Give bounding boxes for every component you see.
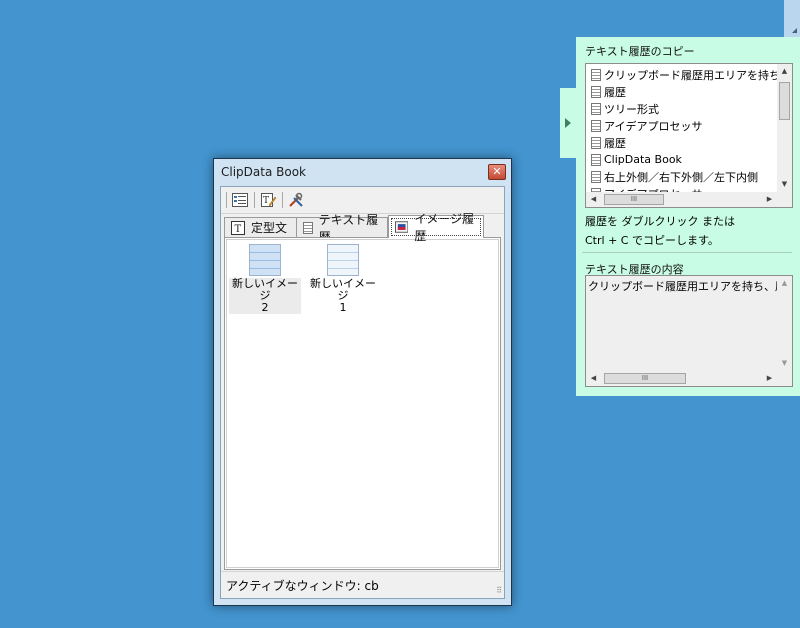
title-bar[interactable]: ClipData Book ✕	[214, 159, 511, 186]
clipdata-book-window: ClipData Book ✕ T T 定型文 テキスト履 イメージ履歴 新しい…	[213, 158, 512, 606]
list-item[interactable]: 右上外側／右下外側／左下内側	[591, 168, 758, 185]
status-bar: アクティブなウィンドウ: cb ⠿	[221, 571, 504, 598]
panel-collapse-tab[interactable]	[560, 88, 576, 158]
horizontal-scrollbar[interactable]: ◀ III ▶	[586, 371, 777, 386]
image-label: 新しいイメージ 2	[229, 278, 301, 314]
tab-label: 定型文	[251, 221, 288, 235]
list-item-label: クリップボード履歴用エリアを持ち、履	[604, 68, 793, 82]
arrow-right-icon	[565, 118, 571, 128]
document-icon	[591, 68, 601, 81]
status-text: アクティブなウィンドウ: cb	[226, 579, 379, 593]
tools-button[interactable]	[286, 191, 306, 209]
scroll-up-icon[interactable]: ▲	[777, 276, 792, 291]
document-icon	[303, 221, 313, 234]
edit-note-button[interactable]: T	[258, 191, 278, 209]
image-label: 新しいイメージ 1	[310, 277, 376, 314]
svg-text:T: T	[235, 224, 242, 235]
list-view-button[interactable]	[230, 191, 250, 209]
scroll-thumb[interactable]	[779, 82, 790, 120]
vertical-scrollbar[interactable]: ▲ ▼	[777, 64, 792, 192]
scroll-left-icon[interactable]: ◀	[586, 192, 601, 207]
scroll-right-icon[interactable]: ▶	[762, 371, 777, 386]
toolbar-separator	[282, 192, 283, 208]
document-icon	[591, 153, 601, 166]
document-icon	[591, 136, 601, 149]
list-item[interactable]: ツリー形式	[591, 100, 659, 117]
tab-fixed-phrases[interactable]: T 定型文	[224, 217, 297, 237]
horizontal-scrollbar[interactable]: ◀ III ▶	[586, 192, 777, 207]
scrollbar-corner	[777, 371, 792, 386]
document-icon	[591, 170, 601, 183]
text-content-view[interactable]: クリップボード履歴用エリアを持ち、履歴- ▲ ▼ ◀ III ▶	[585, 275, 793, 387]
list-item[interactable]: 履歴	[591, 83, 626, 100]
list-item-label: ClipData Book	[604, 153, 682, 166]
image-item[interactable]: 新しいイメージ 1	[307, 244, 379, 314]
scrollbar-corner	[777, 192, 792, 207]
scroll-left-icon[interactable]: ◀	[586, 371, 601, 386]
list-item[interactable]: 履歴	[591, 134, 626, 151]
scroll-down-icon[interactable]: ▼	[777, 356, 792, 371]
corner-triangle-icon[interactable]	[792, 28, 797, 33]
text-t-icon: T	[231, 220, 245, 235]
hint-line-2: Ctrl + C でコピーします。	[585, 234, 719, 247]
scroll-up-icon[interactable]: ▲	[777, 64, 792, 79]
tools-icon	[289, 192, 303, 207]
list-title: テキスト履歴のコピー	[585, 45, 695, 58]
tab-image-history[interactable]: イメージ履歴	[388, 212, 484, 243]
tab-strip: T 定型文 テキスト履歴 イメージ履歴	[224, 212, 501, 244]
image-list: 新しいイメージ 2 新しいイメージ 1	[226, 239, 499, 568]
resize-grip-icon[interactable]: ⠿	[496, 586, 502, 595]
panel-corner-strip	[784, 0, 800, 37]
document-icon	[591, 85, 601, 98]
image-history-panel: 新しいイメージ 2 新しいイメージ 1	[224, 237, 501, 570]
toolbar-separator	[254, 192, 255, 208]
close-icon: ✕	[492, 165, 502, 178]
close-button[interactable]: ✕	[488, 164, 506, 180]
scroll-right-icon[interactable]: ▶	[762, 192, 777, 207]
scroll-thumb[interactable]: III	[604, 373, 686, 384]
content-text: クリップボード履歴用エリアを持ち、履歴-	[588, 280, 793, 293]
list-view-icon	[232, 193, 248, 207]
hint-line-1: 履歴を ダブルクリック または	[585, 215, 735, 228]
list-item-label: 右上外側／右下外側／左下内側	[604, 170, 758, 184]
tab-text-history[interactable]: テキスト履歴	[296, 213, 388, 244]
list-item-label: 履歴	[604, 85, 626, 99]
image-thumbnail	[327, 244, 359, 276]
window-client-area: T T 定型文 テキスト履 イメージ履歴 新しいイメージ 2 新しいイメージ 1…	[220, 186, 505, 599]
window-title: ClipData Book	[221, 165, 306, 179]
edit-note-icon: T	[261, 193, 276, 207]
list-item-label: 履歴	[604, 136, 626, 150]
vertical-scrollbar[interactable]: ▲ ▼	[777, 276, 792, 371]
image-item[interactable]: 新しいイメージ 2	[229, 244, 301, 314]
list-item[interactable]: アイデアプロセッサ	[591, 117, 702, 134]
scroll-thumb[interactable]: III	[604, 194, 664, 205]
document-icon	[591, 119, 601, 132]
list-item[interactable]: クリップボード履歴用エリアを持ち、履	[591, 66, 793, 83]
list-item-label: アイデアプロセッサ	[604, 119, 703, 133]
list-item[interactable]: ClipData Book	[591, 151, 682, 168]
focus-rectangle	[391, 218, 481, 236]
divider	[582, 252, 792, 253]
svg-text:T: T	[263, 196, 269, 206]
scroll-down-icon[interactable]: ▼	[777, 177, 792, 192]
image-thumbnail	[249, 244, 281, 276]
text-history-list[interactable]: クリップボード履歴用エリアを持ち、履 履歴 ツリー形式 アイデアプロセッサ 履歴…	[585, 63, 793, 208]
list-item-label: ツリー形式	[604, 102, 659, 116]
text-history-panel: テキスト履歴のコピー クリップボード履歴用エリアを持ち、履 履歴 ツリー形式 ア…	[576, 37, 800, 396]
document-icon	[591, 102, 601, 115]
toolbar-separator	[226, 192, 227, 208]
